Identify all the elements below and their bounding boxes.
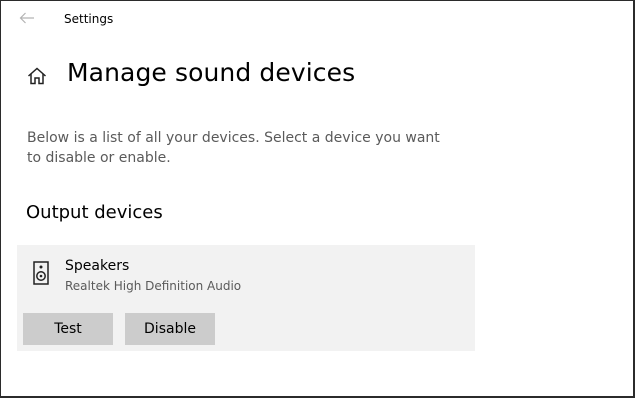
title-bar: Settings [1,1,633,35]
page-title: Manage sound devices [67,58,356,87]
speaker-icon [33,261,49,285]
device-driver: Realtek High Definition Audio [65,279,242,293]
device-name: Speakers [65,258,130,274]
disable-button[interactable]: Disable [125,313,215,345]
window-title: Settings [64,12,114,26]
back-arrow-icon [19,12,34,24]
home-button[interactable] [26,65,48,87]
test-button[interactable]: Test [23,313,113,345]
back-button[interactable] [16,7,38,29]
page-description: Below is a list of all your devices. Sel… [27,130,440,166]
device-card-speakers[interactable]: Speakers Realtek High Definition Audio T… [17,245,475,351]
settings-window: Settings Manage sound devices Below is a… [0,0,635,398]
output-devices-heading: Output devices [26,202,163,223]
home-icon [28,67,46,85]
